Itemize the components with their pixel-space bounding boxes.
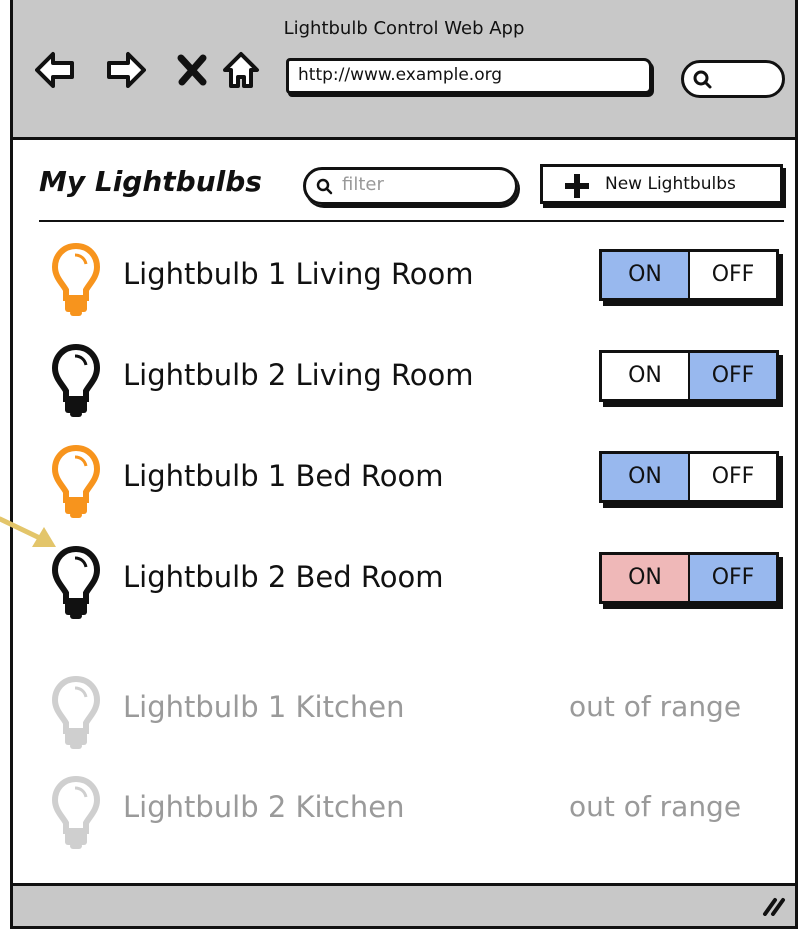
off-button[interactable]: OFF: [688, 252, 776, 298]
lightbulb-row: Lightbulb 1 Kitchen out of range: [13, 676, 793, 756]
off-button[interactable]: OFF: [688, 454, 776, 500]
power-toggle: ON OFF: [599, 350, 779, 402]
lightbulb-row: Lightbulb 2 Living Room ON OFF: [13, 344, 793, 424]
close-icon: [177, 54, 207, 86]
off-button[interactable]: OFF: [688, 353, 776, 399]
status-text: out of range: [569, 790, 742, 823]
lightbulb-name: Lightbulb 2 Living Room: [123, 358, 474, 392]
lightbulb-off-icon: [51, 344, 101, 417]
window-title: Lightbulb Control Web App: [283, 18, 525, 39]
lightbulb-name: Lightbulb 1 Living Room: [123, 257, 474, 291]
header-divider: [39, 220, 784, 222]
browser-window: Lightbulb Control Web App http://www.exa…: [10, 0, 798, 929]
on-button[interactable]: ON: [602, 252, 688, 298]
new-lightbulbs-button[interactable]: New Lightbulbs: [540, 164, 783, 204]
on-button[interactable]: ON: [602, 454, 688, 500]
on-button[interactable]: ON: [602, 353, 688, 399]
resize-grip-icon[interactable]: [761, 894, 787, 916]
lightbulb-name: Lightbulb 1 Kitchen: [123, 690, 405, 724]
lightbulb-name: Lightbulb 1 Bed Room: [123, 459, 444, 493]
lightbulb-off-icon: [51, 546, 101, 619]
lightbulb-row: Lightbulb 2 Kitchen out of range: [13, 776, 793, 856]
power-toggle: ON OFF: [599, 552, 779, 604]
power-toggle: ON OFF: [599, 249, 779, 301]
forward-arrow-icon: [107, 52, 146, 88]
page-title: My Lightbulbs: [39, 165, 262, 198]
lightbulb-row: Lightbulb 2 Bed Room ON OFF: [13, 546, 793, 626]
pointer-arrow-icon: [0, 516, 56, 547]
lightbulb-name: Lightbulb 2 Kitchen: [123, 790, 405, 824]
browser-chrome: Lightbulb Control Web App http://www.exa…: [13, 0, 795, 140]
url-bar[interactable]: http://www.example.org: [286, 58, 652, 94]
new-lightbulbs-label: New Lightbulbs: [605, 174, 736, 194]
forward-button[interactable]: [106, 50, 146, 90]
stop-button[interactable]: [173, 50, 213, 90]
search-icon: [693, 70, 712, 89]
power-toggle: ON OFF: [599, 451, 779, 503]
search-icon: [316, 178, 333, 195]
browser-search-field[interactable]: [681, 60, 785, 98]
lightbulb-disabled-icon: [51, 676, 101, 749]
on-button[interactable]: ON: [602, 555, 688, 601]
filter-input[interactable]: filter: [303, 167, 518, 205]
plus-icon: [565, 174, 589, 198]
home-button[interactable]: [221, 50, 261, 90]
back-button[interactable]: [35, 50, 75, 90]
status-text: out of range: [569, 690, 742, 723]
off-button[interactable]: OFF: [688, 555, 776, 601]
lightbulb-row: Lightbulb 1 Living Room ON OFF: [13, 243, 793, 323]
back-arrow-icon: [35, 52, 74, 88]
lightbulb-row: Lightbulb 1 Bed Room ON OFF: [13, 445, 793, 525]
status-bar: [13, 883, 795, 926]
home-icon: [223, 52, 259, 88]
lightbulb-name: Lightbulb 2 Bed Room: [123, 560, 444, 594]
filter-placeholder: filter: [342, 174, 384, 195]
lightbulb-on-icon: [51, 243, 101, 316]
lightbulb-disabled-icon: [51, 776, 101, 849]
